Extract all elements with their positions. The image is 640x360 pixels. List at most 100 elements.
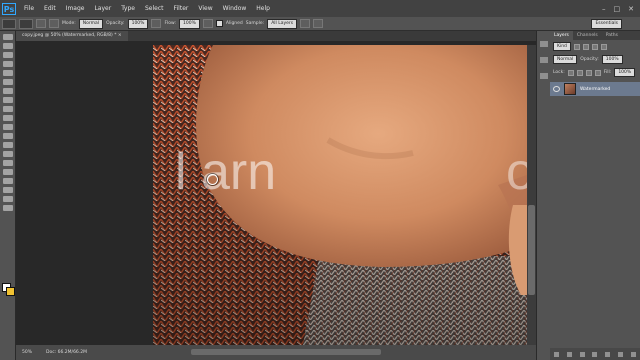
vertical-scrollbar[interactable]	[527, 45, 536, 345]
layer-style-icon[interactable]	[566, 351, 572, 357]
menu-help[interactable]: Help	[251, 5, 275, 12]
vertical-scrollbar-thumb[interactable]	[528, 205, 535, 295]
horizontal-scrollbar[interactable]	[191, 349, 381, 355]
brush-tool-icon[interactable]	[2, 97, 13, 103]
options-bar: Mode: Normal Opacity: 100% Flow: 100% Al…	[0, 17, 640, 31]
watermark-text: l arn	[175, 143, 277, 201]
workspace-select[interactable]: Essentials	[591, 18, 622, 29]
flow-label: Flow:	[164, 21, 176, 26]
menu-window[interactable]: Window	[218, 5, 252, 12]
menu-layer[interactable]: Layer	[89, 5, 116, 12]
move-tool-icon[interactable]	[2, 34, 13, 40]
filter-adjustment-icon[interactable]	[582, 43, 589, 50]
dodge-tool-icon[interactable]	[2, 151, 13, 157]
eraser-tool-icon[interactable]	[2, 124, 13, 130]
tab-layers[interactable]: Layers	[550, 31, 573, 40]
document-tab[interactable]: copy.jpeg @ 50% (Watermarked, RGB/8) * ×	[16, 31, 128, 41]
clone-source-panel-icon[interactable]	[49, 19, 59, 28]
ignore-adjustment-layers-icon[interactable]	[300, 19, 311, 28]
zoom-tool-icon[interactable]	[2, 205, 13, 211]
blend-row: Normal Opacity: 100%	[550, 53, 640, 66]
link-layers-icon[interactable]	[553, 351, 559, 357]
panel-icon-strip	[536, 31, 550, 360]
lock-transparency-icon[interactable]	[567, 69, 574, 76]
layer-name[interactable]: Watermarked	[580, 87, 610, 92]
menu-filter[interactable]: Filter	[169, 5, 194, 12]
pen-tool-icon[interactable]	[2, 160, 13, 166]
menu-select[interactable]: Select	[140, 5, 169, 12]
sample-label: Sample:	[245, 21, 265, 26]
pressure-size-icon[interactable]	[313, 19, 324, 28]
layer-thumbnail	[564, 83, 576, 95]
path-selection-tool-icon[interactable]	[2, 178, 13, 184]
lock-image-icon[interactable]	[576, 69, 583, 76]
fill-field[interactable]: 100%	[614, 68, 636, 77]
lock-row: Lock: Fill: 100%	[550, 66, 640, 79]
menu-view[interactable]: View	[193, 5, 217, 12]
lock-label: Lock:	[553, 70, 565, 75]
brush-preset-picker-icon[interactable]	[19, 18, 33, 29]
document-tab-close-icon[interactable]: ×	[118, 33, 122, 38]
shape-tool-icon[interactable]	[2, 187, 13, 193]
layer-filter-kind[interactable]: Kind	[553, 42, 571, 51]
lasso-tool-icon[interactable]	[2, 52, 13, 58]
layer-visibility-eye-icon[interactable]	[553, 86, 560, 92]
fill-label: Fill:	[603, 70, 612, 75]
pressure-opacity-icon[interactable]	[151, 19, 162, 28]
sample-select[interactable]: All Layers	[267, 18, 298, 29]
crop-tool-icon[interactable]	[2, 70, 13, 76]
background-color-swatch[interactable]	[6, 287, 15, 296]
tab-channels[interactable]: Channels	[573, 31, 602, 40]
layer-opacity-label: Opacity:	[580, 57, 599, 62]
mode-label: Mode:	[62, 21, 76, 26]
blur-tool-icon[interactable]	[2, 142, 13, 148]
maximize-button[interactable]: □	[614, 5, 621, 13]
new-group-icon[interactable]	[605, 351, 611, 357]
history-brush-tool-icon[interactable]	[2, 115, 13, 121]
menu-file[interactable]: File	[19, 5, 39, 12]
type-tool-icon[interactable]	[2, 169, 13, 175]
document-tab-bar: copy.jpeg @ 50% (Watermarked, RGB/8) * ×	[16, 31, 550, 41]
opacity-field[interactable]: 100%	[127, 18, 149, 29]
add-mask-icon[interactable]	[579, 351, 585, 357]
tab-paths[interactable]: Paths	[602, 31, 622, 40]
document-tab-title: copy.jpeg @ 50% (Watermarked, RGB/8) *	[22, 33, 117, 38]
new-layer-icon[interactable]	[618, 351, 624, 357]
zoom-level[interactable]: 50%	[22, 345, 32, 360]
menu-image[interactable]: Image	[61, 5, 90, 12]
adjustment-layer-icon[interactable]	[592, 351, 598, 357]
adjustments-panel-icon[interactable]	[539, 73, 548, 79]
close-button[interactable]: ✕	[628, 5, 634, 13]
status-bar: 50% Doc: 66.2M/66.2M	[16, 345, 536, 360]
layer-opacity-field[interactable]: 100%	[601, 55, 623, 64]
filter-shape-icon[interactable]	[600, 43, 607, 50]
quick-selection-tool-icon[interactable]	[2, 61, 13, 67]
layer-row[interactable]: Watermarked	[550, 82, 640, 96]
airbrush-icon[interactable]	[202, 19, 213, 28]
gradient-tool-icon[interactable]	[2, 133, 13, 139]
marquee-tool-icon[interactable]	[2, 43, 13, 49]
minimize-button[interactable]: –	[602, 5, 606, 13]
clone-stamp-tool-preset-icon[interactable]	[2, 18, 16, 29]
eyedropper-tool-icon[interactable]	[2, 79, 13, 85]
lock-position-icon[interactable]	[585, 69, 592, 76]
healing-brush-tool-icon[interactable]	[2, 88, 13, 94]
lock-all-icon[interactable]	[594, 69, 601, 76]
window-controls: – □ ✕	[602, 5, 640, 13]
brush-panel-icon[interactable]	[36, 19, 46, 28]
menu-edit[interactable]: Edit	[39, 5, 61, 12]
menu-type[interactable]: Type	[116, 5, 140, 12]
filter-type-icon[interactable]	[591, 43, 598, 50]
properties-panel-icon[interactable]	[539, 57, 548, 63]
history-panel-icon[interactable]	[539, 41, 548, 47]
mode-select[interactable]: Normal	[78, 18, 104, 29]
aligned-checkbox[interactable]	[215, 20, 223, 27]
blend-mode-select[interactable]: Normal	[553, 55, 578, 64]
filter-pixel-icon[interactable]	[573, 43, 580, 50]
clone-stamp-tool-icon[interactable]	[2, 106, 13, 112]
document-size-info: Doc: 66.2M/66.2M	[46, 350, 87, 355]
delete-layer-icon[interactable]	[630, 351, 636, 357]
hand-tool-icon[interactable]	[2, 196, 13, 202]
menu-bar: Ps File Edit Image Layer Type Select Fil…	[0, 0, 640, 17]
flow-field[interactable]: 100%	[179, 18, 200, 29]
